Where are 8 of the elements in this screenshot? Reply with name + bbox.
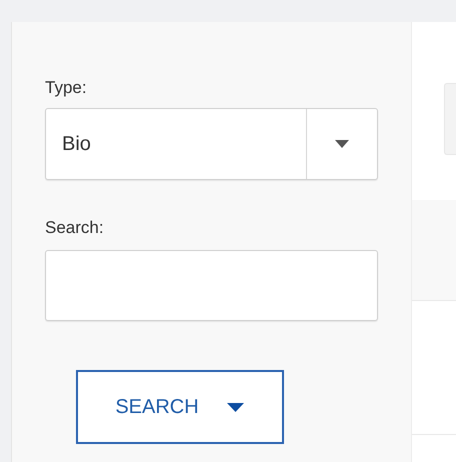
caret-icon xyxy=(335,140,349,148)
search-label: Search: xyxy=(45,217,105,239)
search-button[interactable]: SEARCH xyxy=(76,370,284,444)
search-field[interactable] xyxy=(45,250,378,321)
select-value: Bio xyxy=(61,132,92,157)
type-label: Type: xyxy=(45,77,88,99)
caret-icon xyxy=(226,402,244,412)
type-select[interactable]: Bio xyxy=(45,108,378,180)
